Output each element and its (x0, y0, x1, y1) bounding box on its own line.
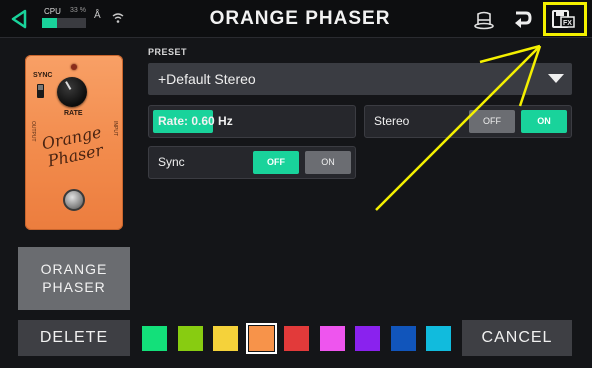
pedal-led (71, 64, 77, 70)
pedal-image: SYNC RATE OUTPUT INPUT Orange Phaser (25, 55, 123, 230)
cpu-percent: 33 % (70, 7, 86, 14)
color-swatch[interactable] (320, 326, 345, 351)
back-icon[interactable] (10, 9, 28, 29)
color-swatch[interactable] (213, 326, 238, 351)
stereo-on-button[interactable]: ON (521, 110, 567, 133)
color-swatch[interactable] (355, 326, 380, 351)
wifi-icon (112, 13, 124, 23)
svg-text:FX: FX (563, 20, 572, 27)
color-swatch[interactable] (246, 323, 277, 354)
pedal-sync-switch (37, 84, 44, 98)
pedal-logo: Orange Phaser (31, 121, 120, 187)
color-swatch[interactable] (391, 326, 416, 351)
chevron-down-icon (548, 74, 564, 83)
pedal-sync-label: SYNC (33, 72, 53, 79)
preset-label: PRESET (148, 47, 188, 57)
undo-icon[interactable] (509, 6, 535, 32)
model-button[interactable]: ORANGE PHASER (18, 247, 130, 310)
delete-button[interactable]: DELETE (18, 320, 130, 356)
pedal-footswitch (63, 189, 85, 211)
sync-label: Sync (158, 155, 185, 169)
pedal-rate-knob (57, 77, 87, 107)
pedal-rate-label: RATE (64, 110, 83, 117)
color-swatch[interactable] (284, 326, 309, 351)
model-button-line1: ORANGE (40, 261, 108, 277)
page-title: ORANGE PHASER (209, 8, 391, 29)
sync-on-button[interactable]: ON (305, 151, 351, 174)
cpu-meter (42, 18, 86, 28)
stereo-label: Stereo (374, 114, 410, 128)
cancel-button[interactable]: CANCEL (462, 320, 572, 356)
top-bar: CPU 33 % Å ORANGE PHASER FX (0, 0, 592, 38)
preset-value: +Default Stereo (158, 71, 256, 87)
color-swatch[interactable] (178, 326, 203, 351)
rate-slider[interactable]: Rate: 0.60 Hz (148, 105, 356, 138)
sync-off-button[interactable]: OFF (253, 151, 299, 174)
color-swatch[interactable] (426, 326, 451, 351)
stereo-off-button[interactable]: OFF (469, 110, 515, 133)
pedal-input-label: INPUT (112, 121, 118, 136)
color-swatch[interactable] (142, 326, 167, 351)
hat-icon[interactable] (471, 6, 497, 32)
stereo-control: Stereo OFF ON (364, 105, 572, 138)
sync-control: Sync OFF ON (148, 146, 356, 179)
save-fx-icon[interactable]: FX (550, 6, 576, 32)
rate-value: Rate: 0.60 Hz (158, 114, 233, 128)
cpu-label: CPU (44, 7, 61, 16)
model-button-line2: PHASER (42, 279, 106, 295)
cpu-meter-fill (42, 18, 57, 28)
preset-dropdown[interactable]: +Default Stereo (148, 63, 572, 95)
bluetooth-icon: Å (94, 10, 101, 21)
